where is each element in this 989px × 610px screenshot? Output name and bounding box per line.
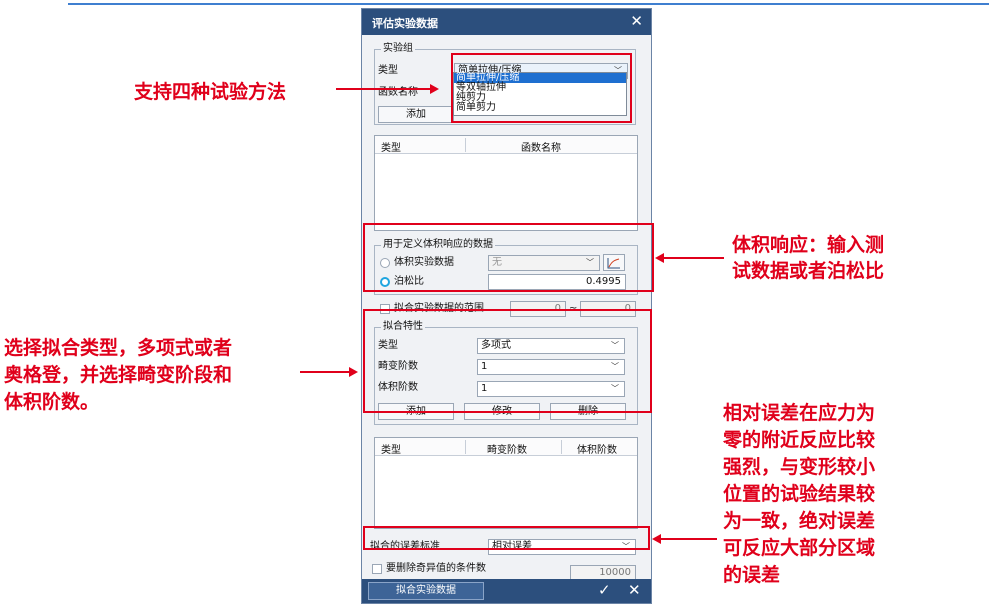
annotation-error-line2: 零的附近反应比较	[723, 429, 876, 451]
annotation-fit-line2: 奥格登，并选择畸变阶段和	[4, 364, 233, 386]
experiment-table-col-type: 类型	[381, 143, 401, 154]
highlight-box-fit-props	[363, 309, 652, 413]
ok-check-icon[interactable]: ✓	[598, 581, 611, 599]
arrow-error-line	[659, 538, 717, 540]
arrow-methods-line	[336, 88, 431, 90]
annotation-error-line1: 相对误差在应力为	[723, 402, 876, 424]
fit-table-col-distortion: 畸变阶数	[487, 445, 527, 456]
singular-checkbox[interactable]	[372, 564, 382, 574]
annotation-error-line3: 强烈，与变形较小	[723, 456, 876, 478]
fit-experiment-button[interactable]: 拟合实验数据	[368, 582, 484, 600]
experiment-table-header: 类型 函数名称	[375, 136, 637, 154]
experiment-add-button[interactable]: 添加	[378, 106, 454, 123]
annotation-methods: 支持四种试验方法	[134, 81, 287, 103]
annotation-volumetric-line1: 体积响应：输入测	[732, 234, 885, 256]
highlight-box-volumetric	[363, 223, 654, 292]
dialog-footer: 拟合实验数据 ✓ ✕	[362, 579, 651, 603]
experiment-group-legend: 实验组	[381, 43, 415, 55]
annotation-volumetric-line2: 试数据或者泊松比	[732, 260, 885, 282]
top-divider-line	[68, 3, 989, 5]
experiment-type-label: 类型	[378, 65, 398, 76]
fit-table: 类型 畸变阶数 体积阶数	[374, 437, 638, 529]
arrow-fit-line	[300, 371, 350, 373]
annotation-fit-line3: 体积阶数。	[4, 391, 100, 413]
dialog-title-bar: 评估实验数据 ✕	[362, 9, 651, 35]
annotation-fit-line1: 选择拟合类型，多项式或者	[4, 337, 233, 359]
highlight-box-error	[363, 526, 650, 550]
annotation-error-line4: 位置的试验结果较	[723, 483, 876, 505]
fit-table-col-volume: 体积阶数	[577, 445, 617, 456]
fit-table-col-type: 类型	[381, 445, 401, 456]
annotation-error-line5: 为一致，绝对误差	[723, 510, 876, 532]
highlight-box-methods	[451, 53, 632, 123]
fit-table-header: 类型 畸变阶数 体积阶数	[375, 438, 637, 456]
arrow-right-icon	[349, 367, 358, 377]
dialog-title: 评估实验数据	[372, 17, 438, 30]
annotation-fit: 选择拟合类型，多项式或者 奥格登，并选择畸变阶段和 体积阶数。	[4, 335, 232, 416]
annotation-error-line6: 可反应大部分区域	[723, 537, 876, 559]
experiment-table: 类型 函数名称	[374, 135, 638, 231]
singular-label: 要删除奇异值的条件数	[386, 563, 486, 574]
column-separator	[465, 138, 466, 152]
cancel-close-icon[interactable]: ✕	[628, 581, 641, 599]
arrow-volumetric-line	[662, 257, 724, 259]
arrow-right-icon	[430, 84, 439, 94]
close-icon[interactable]: ✕	[630, 12, 643, 30]
annotation-volumetric: 体积响应：输入测 试数据或者泊松比	[732, 232, 884, 284]
column-separator	[465, 440, 466, 454]
column-separator	[561, 440, 562, 454]
experiment-table-col-function: 函数名称	[521, 143, 561, 154]
annotation-error: 相对误差在应力为 零的附近反应比较 强烈，与变形较小 位置的试验结果较 为一致，…	[723, 400, 875, 589]
annotation-error-line7: 的误差	[723, 564, 781, 586]
